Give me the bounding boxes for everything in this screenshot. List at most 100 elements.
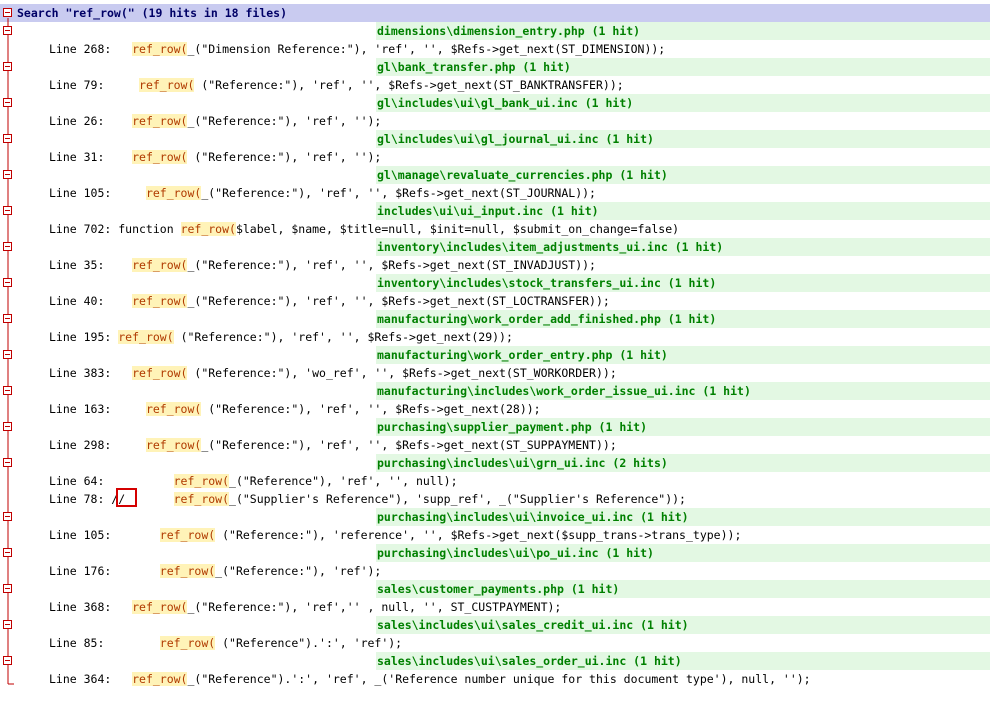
collapse-icon[interactable] [3, 62, 12, 71]
code-line: Line 79: ref_row( ("Reference:"), 'ref',… [49, 76, 624, 94]
collapse-icon[interactable] [3, 656, 12, 665]
result-line-row[interactable]: Line 78: // ref_row(_("Supplier's Refere… [0, 490, 990, 508]
line-prefix: Line 105: [49, 186, 146, 200]
result-file-row[interactable]: manufacturing\work_order_entry.php (1 hi… [0, 346, 990, 364]
line-prefix: Line 105: [49, 528, 160, 542]
collapse-icon[interactable] [3, 422, 12, 431]
collapse-icon[interactable] [3, 134, 12, 143]
result-line-row[interactable]: Line 364: ref_row(_("Reference").':', 'r… [0, 670, 990, 688]
result-line-row[interactable]: Line 268: ref_row(_("Dimension Reference… [0, 40, 990, 58]
result-line-row[interactable]: Line 26: ref_row(_("Reference:"), 'ref',… [0, 112, 990, 130]
line-prefix: Line 78: // [49, 492, 174, 506]
code-line: Line 31: ref_row( ("Reference:"), 'ref',… [49, 148, 381, 166]
collapse-icon[interactable] [3, 26, 12, 35]
result-line-row[interactable]: Line 368: ref_row(_("Reference:"), 'ref'… [0, 598, 990, 616]
collapse-icon[interactable] [3, 170, 12, 179]
file-path-label: sales\includes\ui\sales_order_ui.inc (1 … [377, 654, 682, 668]
collapse-icon[interactable] [3, 350, 12, 359]
line-code: ("Reference:"), 'wo_ref', '', $Refs->get… [187, 366, 617, 380]
collapse-search-icon[interactable] [3, 8, 12, 17]
code-line: Line 35: ref_row(_("Reference:"), 'ref',… [49, 256, 596, 274]
result-file-row[interactable]: inventory\includes\stock_transfers_ui.in… [0, 274, 990, 292]
result-line-row[interactable]: Line 105: ref_row(_("Reference:"), 'ref'… [0, 184, 990, 202]
collapse-icon[interactable] [3, 620, 12, 629]
search-hit-highlight: ref_row( [132, 672, 188, 686]
file-path-label: includes\ui\ui_input.inc (1 hit) [377, 204, 599, 218]
line-code: _("Reference:"), 'ref','' , null, '', ST… [187, 600, 562, 614]
result-line-row[interactable]: Line 163: ref_row( ("Reference:"), 'ref'… [0, 400, 990, 418]
code-line: Line 702: function ref_row($label, $name… [49, 220, 679, 238]
result-file-row[interactable]: gl\manage\revaluate_currencies.php (1 hi… [0, 166, 990, 184]
collapse-icon[interactable] [3, 242, 12, 251]
collapse-icon[interactable] [3, 458, 12, 467]
result-line-row[interactable]: Line 702: function ref_row($label, $name… [0, 220, 990, 238]
result-file-row[interactable]: gl\bank_transfer.php (1 hit) [0, 58, 990, 76]
file-path-label: sales\customer_payments.php (1 hit) [377, 582, 620, 596]
collapse-icon[interactable] [3, 584, 12, 593]
collapse-icon[interactable] [3, 386, 12, 395]
search-hit-highlight: ref_row( [139, 78, 195, 92]
collapse-icon[interactable] [3, 314, 12, 323]
result-file-row[interactable]: manufacturing\work_order_add_finished.ph… [0, 310, 990, 328]
result-line-row[interactable]: Line 31: ref_row( ("Reference:"), 'ref',… [0, 148, 990, 166]
line-prefix: Line 268: [49, 42, 133, 56]
line-code: ("Reference:"), 'ref', '', $Refs->get_ne… [194, 78, 624, 92]
line-prefix: Line 26: [49, 114, 133, 128]
search-hit-highlight: ref_row( [180, 222, 236, 236]
result-line-row[interactable]: Line 195: ref_row( ("Reference:"), 'ref'… [0, 328, 990, 346]
result-file-row[interactable]: sales\includes\ui\sales_order_ui.inc (1 … [0, 652, 990, 670]
search-hit-highlight: ref_row( [132, 150, 188, 164]
line-code: ("Reference").':', 'ref'); [215, 636, 403, 650]
file-path-label: purchasing\includes\ui\po_ui.inc (1 hit) [377, 546, 654, 560]
result-file-row[interactable]: sales\customer_payments.php (1 hit) [0, 580, 990, 598]
collapse-icon[interactable] [3, 206, 12, 215]
result-line-row[interactable]: Line 40: ref_row(_("Reference:"), 'ref',… [0, 292, 990, 310]
code-line: Line 298: ref_row(_("Reference:"), 'ref'… [49, 436, 617, 454]
search-hit-highlight: ref_row( [132, 294, 188, 308]
highlight-annotation-box [116, 488, 137, 507]
search-results-header[interactable]: Search "ref_row(" (19 hits in 18 files) [0, 4, 990, 22]
result-line-row[interactable]: Line 85: ref_row( ("Reference").':', 're… [0, 634, 990, 652]
line-code: _("Reference:"), 'ref', '', $Refs->get_n… [201, 186, 596, 200]
result-file-row[interactable]: gl\includes\ui\gl_bank_ui.inc (1 hit) [0, 94, 990, 112]
result-file-row[interactable]: manufacturing\includes\work_order_issue_… [0, 382, 990, 400]
result-file-row[interactable]: includes\ui\ui_input.inc (1 hit) [0, 202, 990, 220]
result-file-row[interactable]: purchasing\includes\ui\invoice_ui.inc (1… [0, 508, 990, 526]
line-prefix: Line 79: [49, 78, 140, 92]
result-line-row[interactable]: Line 298: ref_row(_("Reference:"), 'ref'… [0, 436, 990, 454]
code-line: Line 163: ref_row( ("Reference:"), 'ref'… [49, 400, 541, 418]
result-file-row[interactable]: dimensions\dimension_entry.php (1 hit) [0, 22, 990, 40]
result-file-row[interactable]: purchasing\includes\ui\po_ui.inc (1 hit) [0, 544, 990, 562]
file-path-label: sales\includes\ui\sales_credit_ui.inc (1… [377, 618, 689, 632]
line-code: _("Reference:"), 'ref', '', $Refs->get_n… [201, 438, 617, 452]
result-file-row[interactable]: purchasing\supplier_payment.php (1 hit) [0, 418, 990, 436]
search-hit-highlight: ref_row( [159, 636, 216, 650]
result-file-row[interactable]: sales\includes\ui\sales_credit_ui.inc (1… [0, 616, 990, 634]
result-file-row[interactable]: gl\includes\ui\gl_journal_ui.inc (1 hit) [0, 130, 990, 148]
result-line-row[interactable]: Line 79: ref_row( ("Reference:"), 'ref',… [0, 76, 990, 94]
collapse-icon[interactable] [3, 278, 12, 287]
search-summary: Search "ref_row(" (19 hits in 18 files) [17, 6, 288, 20]
result-line-row[interactable]: Line 105: ref_row( ("Reference:"), 'refe… [0, 526, 990, 544]
collapse-icon[interactable] [3, 548, 12, 557]
file-path-label: manufacturing\includes\work_order_issue_… [377, 384, 751, 398]
code-line: Line 105: ref_row(_("Reference:"), 'ref'… [49, 184, 596, 202]
code-line: Line 176: ref_row(_("Reference:"), 'ref'… [49, 562, 381, 580]
search-hit-highlight: ref_row( [118, 330, 174, 344]
file-path-label: purchasing\includes\ui\grn_ui.inc (2 hit… [377, 456, 668, 470]
search-hit-highlight: ref_row( [132, 366, 188, 380]
result-line-row[interactable]: Line 383: ref_row( ("Reference:"), 'wo_r… [0, 364, 990, 382]
collapse-icon[interactable] [3, 512, 12, 521]
result-line-row[interactable]: Line 64: ref_row(_("Reference"), 'ref', … [0, 472, 990, 490]
search-hit-highlight: ref_row( [145, 438, 202, 452]
result-file-row[interactable]: inventory\includes\item_adjustments_ui.i… [0, 238, 990, 256]
code-line: Line 105: ref_row( ("Reference:"), 'refe… [49, 526, 741, 544]
line-code: _("Reference:"), 'ref', '', $Refs->get_n… [187, 258, 596, 272]
collapse-icon[interactable] [3, 98, 12, 107]
search-hit-highlight: ref_row( [132, 42, 188, 56]
file-path-label: manufacturing\work_order_add_finished.ph… [377, 312, 717, 326]
result-file-row[interactable]: purchasing\includes\ui\grn_ui.inc (2 hit… [0, 454, 990, 472]
result-line-row[interactable]: Line 35: ref_row(_("Reference:"), 'ref',… [0, 256, 990, 274]
line-prefix: Line 368: [49, 600, 133, 614]
result-line-row[interactable]: Line 176: ref_row(_("Reference:"), 'ref'… [0, 562, 990, 580]
